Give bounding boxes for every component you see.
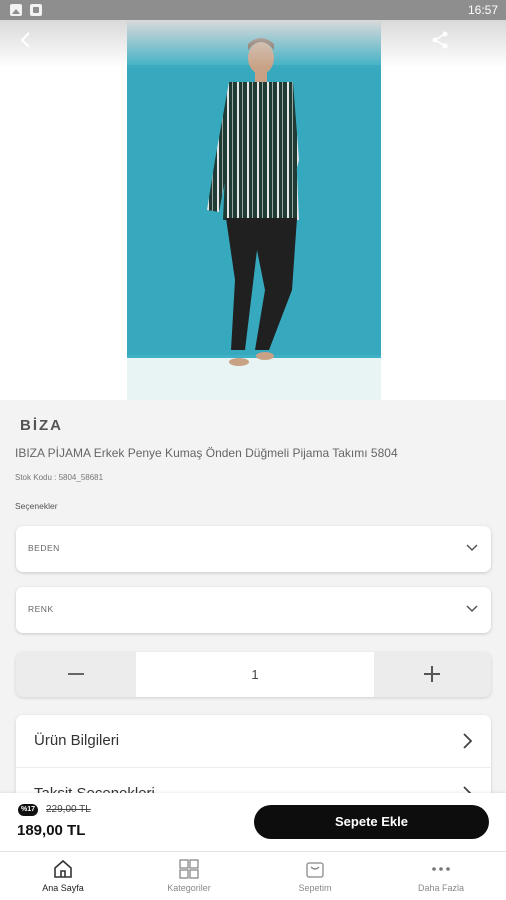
options-label: Seçenekler bbox=[15, 501, 58, 511]
product-photo[interactable] bbox=[127, 20, 381, 400]
share-icon[interactable] bbox=[430, 30, 450, 50]
tab-home[interactable]: Ana Sayfa bbox=[0, 852, 126, 900]
home-icon bbox=[52, 858, 74, 880]
size-select-label: BEDEN bbox=[28, 543, 60, 553]
tab-home-label: Ana Sayfa bbox=[42, 883, 84, 893]
purchase-bar: %17 229,00 TL 189,00 TL Sepete Ekle bbox=[0, 793, 506, 851]
quantity-value[interactable]: 1 bbox=[136, 652, 374, 697]
product-image-gallery[interactable] bbox=[0, 20, 506, 400]
add-to-cart-button[interactable]: Sepete Ekle bbox=[254, 805, 489, 839]
increase-quantity-button[interactable] bbox=[374, 652, 491, 697]
minus-icon bbox=[68, 673, 84, 675]
tab-more-label: Daha Fazla bbox=[417, 883, 465, 893]
bottom-tab-bar: Ana Sayfa Kategoriler Sepetim Daha Fazla bbox=[0, 851, 506, 900]
tab-categories[interactable]: Kategoriler bbox=[126, 852, 252, 900]
product-title: IBIZA PİJAMA Erkek Penye Kumaş Önden Düğ… bbox=[15, 446, 398, 460]
status-bar: 16:57 bbox=[0, 0, 506, 20]
image-icon bbox=[10, 4, 22, 16]
chevron-right-icon bbox=[461, 731, 473, 751]
decrease-quantity-button[interactable] bbox=[16, 652, 136, 697]
cart-icon bbox=[304, 858, 326, 880]
size-select[interactable]: BEDEN bbox=[16, 526, 491, 572]
stock-code: Stok Kodu : 5804_58681 bbox=[15, 473, 104, 482]
status-time: 16:57 bbox=[467, 3, 498, 17]
product-info-label: Ürün Bilgileri bbox=[34, 732, 120, 749]
back-arrow-icon[interactable] bbox=[14, 28, 38, 52]
chevron-down-icon bbox=[465, 541, 479, 555]
tab-cart-label: Sepetim bbox=[298, 883, 332, 893]
chevron-down-icon bbox=[465, 602, 479, 616]
grid-icon bbox=[178, 858, 200, 880]
document-icon bbox=[30, 4, 42, 16]
current-price: 189,00 TL bbox=[17, 822, 86, 839]
color-select[interactable]: RENK bbox=[16, 587, 491, 633]
discount-badge: %17 bbox=[18, 804, 39, 816]
quantity-stepper[interactable]: 1 bbox=[16, 652, 491, 697]
tab-categories-label: Kategoriler bbox=[167, 883, 211, 893]
brand-name[interactable]: BİZA bbox=[20, 417, 63, 434]
more-icon bbox=[430, 858, 452, 880]
tab-cart[interactable]: Sepetim bbox=[252, 852, 378, 900]
product-info-row[interactable]: Ürün Bilgileri bbox=[16, 715, 491, 768]
tab-more[interactable]: Daha Fazla bbox=[378, 852, 504, 900]
old-price: 229,00 TL bbox=[46, 804, 91, 815]
color-select-label: RENK bbox=[28, 604, 54, 614]
